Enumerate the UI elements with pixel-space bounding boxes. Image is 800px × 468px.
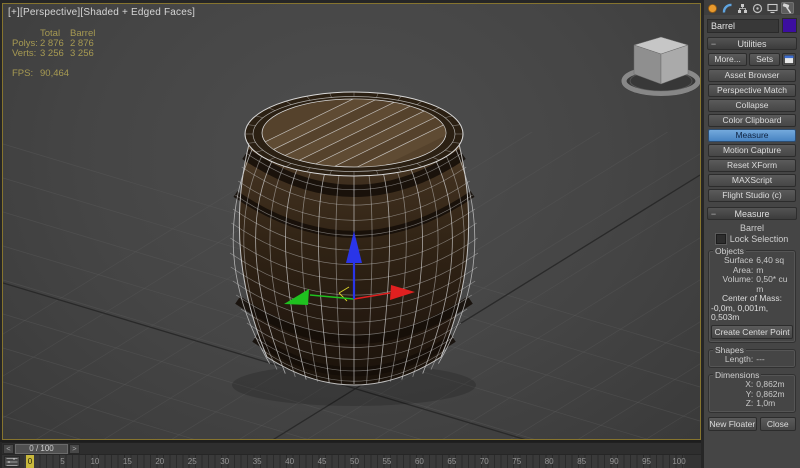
- length-label: Length:: [711, 355, 753, 365]
- track-bar[interactable]: 0 5 10 15 20 25 30 35 40 45 50 55 60 65 70 75 80 85 90 95 1…: [2, 455, 701, 468]
- utility-button-measure[interactable]: Measure: [708, 129, 796, 142]
- timeline-tick-label: 80: [545, 455, 554, 468]
- lock-selection-row: Lock Selection: [708, 234, 796, 244]
- lock-selection-label: Lock Selection: [730, 234, 789, 244]
- statistics-overlay: Total Barrel Polys: 2 876 2 876 Verts: 3…: [12, 29, 100, 79]
- create-icon: [709, 4, 717, 12]
- utility-button-motion-capture[interactable]: Motion Capture: [708, 144, 796, 157]
- utility-button-maxscript[interactable]: MAXScript: [708, 174, 796, 187]
- open-mini-curve-editor-button[interactable]: [4, 456, 20, 467]
- more-button[interactable]: More...: [708, 53, 747, 66]
- utility-button-perspective-match[interactable]: Perspective Match: [708, 84, 796, 97]
- objects-group-title: Objects: [713, 246, 746, 256]
- configure-sets-icon: [784, 55, 794, 64]
- display-icon: [767, 3, 778, 14]
- timeline-tick-label: 10: [90, 455, 99, 468]
- objects-group: Objects Surface Area: 6,40 sq m Volume: …: [708, 250, 796, 343]
- command-panel-tabs: [704, 0, 800, 15]
- stats-row-verts: Verts: 3 256 3 256: [12, 49, 100, 59]
- stats-row-fps: FPS: 90,464: [12, 69, 100, 79]
- utilities-rollout-title: Utilities: [719, 39, 785, 49]
- timeline-tick-label: 85: [577, 455, 586, 468]
- time-slider-handle[interactable]: 0 / 100: [15, 444, 68, 454]
- next-frame-button[interactable]: >: [69, 444, 80, 454]
- timeline-tick-label: 5: [60, 455, 64, 468]
- collapse-icon: −: [708, 39, 719, 49]
- tab-motion[interactable]: [751, 2, 764, 14]
- timeline-tick-label: 50: [350, 455, 359, 468]
- command-panel: Barrel − Utilities More... Sets Asset Br…: [704, 0, 800, 468]
- configure-button-sets-button[interactable]: [782, 53, 796, 66]
- dim-z-value: 1,0m: [753, 399, 793, 409]
- timeline-tick-label: 75: [512, 455, 521, 468]
- perspective-viewport[interactable]: [+][Perspective][Shaded + Edged Faces] T…: [2, 3, 701, 440]
- timeline-tick-label: 70: [480, 455, 489, 468]
- dim-z-label: Z:: [711, 399, 753, 409]
- hierarchy-icon: [737, 3, 748, 14]
- object-color-swatch[interactable]: [782, 18, 797, 33]
- close-button[interactable]: Close: [760, 417, 796, 431]
- timeline-ruler[interactable]: 0 5 10 15 20 25 30 35 40 45 50 55 60 65 70 75 80 85 90 95 1…: [24, 455, 684, 468]
- measure-rollout-title: Measure: [719, 209, 785, 219]
- measure-footer-buttons: New Floater Close: [708, 417, 796, 431]
- timeline-tick-label: 65: [447, 455, 456, 468]
- tab-utilities[interactable]: [781, 2, 794, 14]
- timeline-tick-label: 30: [220, 455, 229, 468]
- dimensions-group: Dimensions X: 0,862m Y: 0,862m Z: 1,0m: [708, 374, 796, 413]
- tab-display[interactable]: [766, 2, 779, 14]
- current-frame-marker[interactable]: 0: [26, 455, 34, 468]
- timeline-tick-label: 90: [610, 455, 619, 468]
- viewcube[interactable]: [623, 37, 699, 96]
- viewport-label[interactable]: [+][Perspective][Shaded + Edged Faces]: [8, 7, 195, 18]
- utilities-toolbar: More... Sets: [708, 53, 796, 66]
- object-name-input[interactable]: Barrel: [707, 19, 779, 33]
- surface-area-value: 6,40 sq m: [753, 256, 793, 275]
- measure-rollout-header[interactable]: − Measure: [707, 207, 797, 220]
- previous-frame-button[interactable]: <: [3, 444, 14, 454]
- new-floater-button[interactable]: New Floater: [708, 417, 757, 431]
- timeline-tick-label: 25: [188, 455, 197, 468]
- utilities-hammer-icon: [782, 3, 793, 14]
- utility-button-asset-browser[interactable]: Asset Browser: [708, 69, 796, 82]
- tab-modify[interactable]: [721, 2, 734, 14]
- utility-button-flight-studio-c[interactable]: Flight Studio (c): [708, 189, 796, 202]
- curve-editor-icon: [6, 458, 18, 466]
- utility-button-collapse[interactable]: Collapse: [708, 99, 796, 112]
- shapes-group: Shapes Length: ---: [708, 349, 796, 369]
- collapse-icon: −: [708, 209, 719, 219]
- utilities-rollout: − Utilities More... Sets Asset Browser Pe…: [707, 37, 797, 205]
- measure-rollout: − Measure Barrel Lock Selection Objects …: [707, 207, 797, 434]
- timeline-tick-label: 40: [285, 455, 294, 468]
- length-value: ---: [753, 355, 793, 365]
- timeline-tick-label: 60: [415, 455, 424, 468]
- modify-icon: [722, 3, 733, 14]
- timeline-tick-label: 20: [155, 455, 164, 468]
- time-slider-track[interactable]: < 0 / 100 >: [2, 442, 701, 454]
- timeline-tick-label: 15: [123, 455, 132, 468]
- timeline-tick-label: 55: [382, 455, 391, 468]
- tab-hierarchy[interactable]: [736, 2, 749, 14]
- utility-button-list: Asset Browser Perspective Match Collapse Co…: [708, 69, 796, 202]
- timeline-tick-label: 35: [253, 455, 262, 468]
- motion-icon: [752, 3, 763, 14]
- dimensions-group-title: Dimensions: [713, 370, 761, 380]
- viewport-canvas: [3, 4, 700, 439]
- timeline-tick-label: 100: [672, 455, 685, 468]
- timeline-tick-label: 95: [642, 455, 651, 468]
- volume-label: Volume:: [711, 275, 753, 294]
- shapes-group-title: Shapes: [713, 345, 746, 355]
- center-of-mass-value: -0,0m, 0,001m, 0,503m: [711, 304, 793, 323]
- utility-button-reset-xform[interactable]: Reset XForm: [708, 159, 796, 172]
- timeline-tick-label: 45: [318, 455, 327, 468]
- volume-value: 0,50* cu m: [753, 275, 793, 294]
- tab-create[interactable]: [706, 2, 719, 14]
- lock-selection-checkbox[interactable]: [716, 234, 726, 244]
- surface-area-label: Surface Area:: [711, 256, 753, 275]
- utilities-rollout-header[interactable]: − Utilities: [707, 37, 797, 50]
- utility-button-color-clipboard[interactable]: Color Clipboard: [708, 114, 796, 127]
- measured-object-name: Barrel: [708, 223, 796, 233]
- sets-button[interactable]: Sets: [749, 53, 780, 66]
- object-name-row: Barrel: [704, 15, 800, 35]
- create-center-point-button[interactable]: Create Center Point: [711, 325, 793, 339]
